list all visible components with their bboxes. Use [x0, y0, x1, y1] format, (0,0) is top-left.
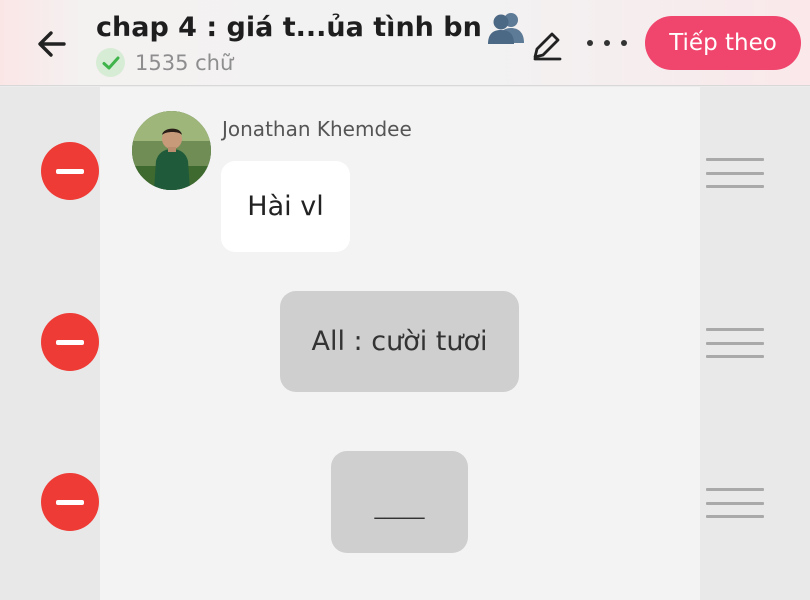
narration-text: All : cười tươi — [311, 326, 488, 357]
minus-circle-icon — [56, 168, 84, 174]
reorder-handle[interactable] — [706, 488, 764, 518]
message-text: Hài vl — [247, 191, 324, 222]
drag-handle-icon — [706, 328, 764, 331]
chapter-title: chap 4 : giá t...ủa tình bn — [96, 10, 526, 44]
minus-circle-icon — [56, 499, 84, 505]
more-options-button[interactable] — [584, 30, 630, 56]
word-count: 1535 chữ — [135, 50, 234, 75]
reorder-handle[interactable] — [706, 328, 764, 358]
remove-message-button[interactable] — [41, 313, 99, 371]
narration-bubble[interactable]: _____ — [331, 451, 468, 553]
more-horizontal-icon — [587, 40, 593, 46]
arrow-left-icon — [38, 31, 66, 57]
story-editor: Jonathan Khemdee Hài vl All : cười tươi … — [0, 87, 810, 600]
pencil-icon — [533, 32, 562, 61]
drag-handle-icon — [706, 158, 764, 161]
narration-text: _____ — [374, 495, 425, 519]
edit-button[interactable] — [529, 27, 565, 63]
minus-circle-icon — [56, 339, 84, 345]
narration-bubble[interactable]: All : cười tươi — [280, 291, 519, 392]
remove-message-button[interactable] — [41, 473, 99, 531]
reorder-handle[interactable] — [706, 158, 764, 188]
check-icon — [96, 48, 125, 77]
back-button[interactable] — [30, 22, 74, 66]
message-bubble[interactable]: Hài vl — [221, 161, 350, 252]
remove-message-button[interactable] — [41, 142, 99, 200]
speaker-name: Jonathan Khemdee — [222, 117, 412, 141]
avatar — [132, 111, 211, 190]
busts-in-silhouette-icon — [487, 13, 524, 44]
chapter-title-text: chap 4 : giá t...ủa tình bn — [96, 11, 482, 43]
status-row: 1535 chữ — [96, 48, 233, 77]
next-button[interactable]: Tiếp theo — [645, 16, 801, 70]
drag-handle-icon — [706, 488, 764, 491]
top-bar: chap 4 : giá t...ủa tình bn 1535 chữ Tiế… — [0, 0, 810, 86]
